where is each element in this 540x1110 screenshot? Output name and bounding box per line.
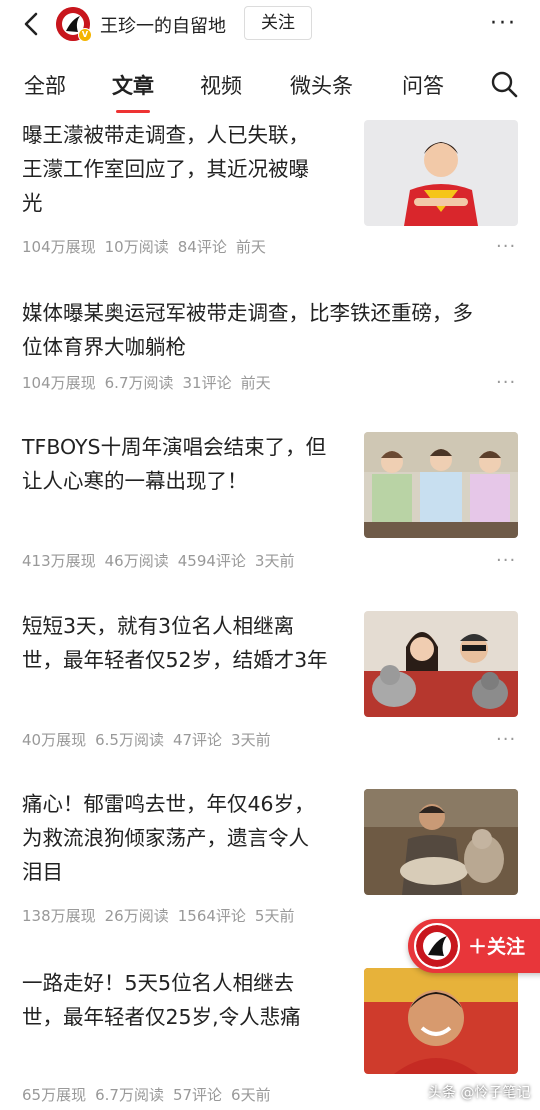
floating-follow-button[interactable]: ＋关注: [408, 919, 540, 973]
publish-time: 3天前: [231, 731, 271, 749]
article-title[interactable]: 一路走好！5天5位名人相继去 世，最年轻者仅25岁,令人悲痛: [22, 966, 301, 1034]
views-count: 40万展现: [22, 731, 87, 749]
more-options-icon[interactable]: ···: [496, 236, 516, 257]
watermark: 头条 @怜子笔记: [428, 1085, 531, 1101]
tab-qa[interactable]: 问答: [402, 70, 444, 100]
comments-count: 1564评论: [177, 907, 246, 925]
top-bar: V 王珍一的自留地 关注 ···: [0, 0, 540, 48]
back-arrow-icon[interactable]: [18, 10, 46, 38]
tab-all[interactable]: 全部: [24, 70, 66, 100]
views-count: 138万展现: [22, 907, 96, 925]
views-count: 65万展现: [22, 1086, 87, 1104]
more-options-icon[interactable]: ···: [496, 372, 516, 393]
views-count: 104万展现: [22, 374, 96, 392]
account-avatar: [414, 923, 460, 969]
article-title[interactable]: TFBOYS十周年演唱会结束了，但 让人心寒的一幕出现了！: [22, 430, 326, 498]
comments-count: 47评论: [172, 731, 223, 749]
tab-bar: 全部 文章 视频 微头条 问答: [0, 62, 540, 114]
article-thumbnail[interactable]: [364, 611, 518, 717]
publish-time: 5天前: [254, 907, 295, 925]
publish-time: 前天: [235, 238, 266, 256]
article-thumbnail[interactable]: [364, 432, 518, 538]
article-title[interactable]: 短短3天，就有3位名人相继离 世，最年轻者仅52岁，结婚才3年: [22, 609, 328, 677]
publish-time: 6天前: [231, 1086, 271, 1104]
tab-articles[interactable]: 文章: [112, 70, 154, 100]
article-title[interactable]: 痛心！郁雷鸣去世，年仅46岁， 为救流浪狗倾家荡产，遗言令人 泪目: [22, 787, 315, 889]
comments-count: 84评论: [177, 238, 227, 256]
more-options-icon[interactable]: ···: [496, 729, 516, 750]
more-options-icon[interactable]: ···: [490, 13, 517, 35]
article-thumbnail[interactable]: [364, 789, 518, 895]
follow-button[interactable]: 关注: [244, 6, 312, 40]
views-count: 104万展现: [22, 238, 96, 256]
reads-count: 6.5万阅读: [95, 731, 164, 749]
article-meta: 413万展现 46万阅读 4594评论 3天前: [22, 550, 303, 571]
article-meta: 65万展现 6.7万阅读 57评论 6天前: [22, 1084, 280, 1105]
article-thumbnail[interactable]: [364, 120, 518, 226]
publish-time: 3天前: [254, 552, 295, 570]
comments-count: 31评论: [182, 374, 232, 392]
reads-count: 6.7万阅读: [104, 374, 174, 392]
follow-label: ＋关注: [468, 936, 526, 958]
article-meta: 40万展现 6.5万阅读 47评论 3天前: [22, 729, 280, 750]
views-count: 413万展现: [22, 552, 96, 570]
search-icon[interactable]: [490, 70, 518, 98]
reads-count: 10万阅读: [104, 238, 169, 256]
tab-micro-posts[interactable]: 微头条: [290, 70, 353, 100]
reads-count: 6.7万阅读: [95, 1086, 164, 1104]
more-options-icon[interactable]: ···: [496, 550, 516, 571]
article-meta: 104万展现 6.7万阅读 31评论 前天: [22, 372, 280, 393]
account-name[interactable]: 王珍一的自留地: [100, 12, 226, 38]
reads-count: 46万阅读: [104, 552, 169, 570]
article-thumbnail[interactable]: [364, 968, 518, 1074]
tab-videos[interactable]: 视频: [200, 70, 242, 100]
publish-time: 前天: [240, 374, 271, 392]
article-title[interactable]: 曝王濛被带走调查，人已失联， 王濛工作室回应了，其近况被曝 光: [22, 118, 309, 220]
active-tab-indicator: [116, 110, 150, 113]
reads-count: 26万阅读: [104, 907, 169, 925]
comments-count: 57评论: [172, 1086, 223, 1104]
verified-badge: V: [78, 28, 92, 42]
comments-count: 4594评论: [177, 552, 246, 570]
article-meta: 104万展现 10万阅读 84评论 前天: [22, 236, 275, 257]
article-meta: 138万展现 26万阅读 1564评论 5天前: [22, 905, 303, 926]
article-title[interactable]: 媒体曝某奥运冠军被带走调查，比李铁还重磅，多 位体育界大咖躺枪: [22, 296, 473, 364]
